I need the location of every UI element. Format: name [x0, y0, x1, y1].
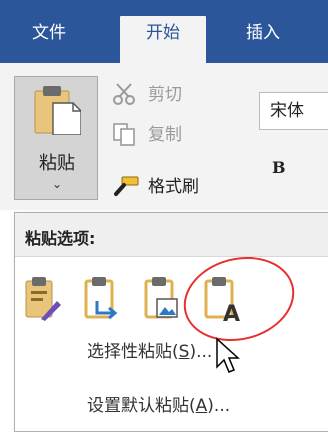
format-painter-label: 格式刷	[148, 177, 199, 197]
font-name-field[interactable]: 宋体	[259, 92, 328, 130]
format-painter-button[interactable]: 格式刷	[112, 172, 252, 200]
set-default-paste-accesskey: A	[195, 396, 208, 416]
scissors-icon	[113, 83, 135, 105]
cut-label: 剪切	[148, 85, 182, 105]
picture-icon[interactable]	[143, 275, 181, 323]
set-default-paste-item[interactable]: 设置默认粘贴(A)...	[87, 391, 230, 416]
paste-special-suffix: )...	[189, 342, 213, 362]
keep-source-formatting-icon[interactable]	[23, 275, 61, 323]
paste-special-label: 选择性粘贴(	[87, 342, 179, 362]
copy-button[interactable]: 复制	[112, 120, 232, 148]
paste-label: 粘贴	[39, 153, 75, 174]
paste-button[interactable]: 粘贴 ⌄	[14, 76, 98, 200]
format-painter-icon	[114, 176, 139, 196]
paste-special-accesskey: S	[178, 342, 190, 362]
set-default-paste-suffix: )...	[207, 396, 231, 416]
paste-special-item[interactable]: 选择性粘贴(S)...	[87, 337, 212, 362]
copy-icon	[113, 123, 135, 146]
paste-options-title: 粘贴选项:	[25, 229, 96, 248]
clipboard-icon	[34, 86, 81, 135]
paste-options-header: 粘贴选项:	[15, 213, 328, 257]
tab-home[interactable]: 开始	[120, 16, 206, 63]
merge-formatting-icon[interactable]	[83, 275, 121, 323]
chevron-down-icon[interactable]: ⌄	[15, 177, 99, 191]
set-default-paste-label: 设置默认粘贴(	[87, 396, 196, 416]
tab-insert[interactable]: 插入	[228, 16, 298, 63]
ribbon-tab-bar: 文件 开始 插入	[0, 0, 328, 63]
bold-button[interactable]: B	[272, 158, 286, 177]
cut-button[interactable]: 剪切	[112, 80, 232, 108]
mouse-cursor-icon	[216, 337, 240, 373]
paste-options-menu: 粘贴选项: A 选择性粘贴(S)... 设置默认粘贴(A)...	[14, 212, 328, 432]
tab-file[interactable]: 文件	[18, 16, 80, 63]
copy-label: 复制	[148, 125, 182, 145]
